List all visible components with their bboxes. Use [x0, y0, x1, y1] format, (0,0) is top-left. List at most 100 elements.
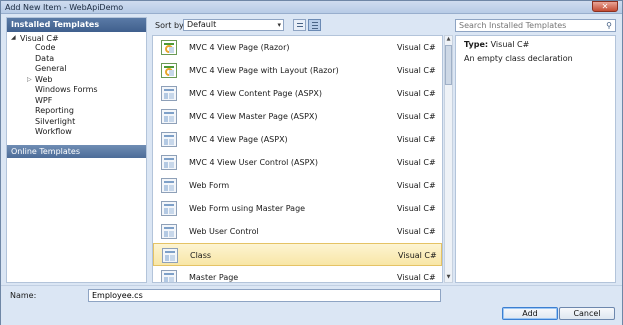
master-page-icon	[161, 109, 177, 124]
cancel-button[interactable]: Cancel	[559, 307, 615, 320]
icon-glyph-part	[164, 231, 168, 237]
icon-glyph-part	[164, 162, 168, 168]
template-row[interactable]: MVC 4 View Page (ASPX) Visual C#	[153, 128, 442, 151]
icon-glyph-part	[165, 255, 169, 261]
icon-glyph-part	[169, 277, 174, 282]
type-label: Type:	[464, 40, 489, 49]
sort-toolbar: Sort by: Default ▾	[152, 18, 447, 33]
mvc-razor-icon	[161, 63, 177, 78]
aspx-page-icon	[161, 132, 177, 147]
aspx-page-icon	[161, 86, 177, 101]
view-icon-bar	[297, 23, 303, 24]
template-row[interactable]: Web User Control Visual C#	[153, 220, 442, 243]
type-value: Visual C#	[490, 40, 530, 49]
template-language: Visual C#	[397, 66, 436, 75]
name-label: Name:	[10, 291, 37, 300]
template-language: Visual C#	[397, 135, 436, 144]
template-language: Visual C#	[398, 251, 437, 260]
tree-item-workflow[interactable]: Workflow	[7, 127, 146, 138]
search-icon[interactable]: ⚲	[606, 21, 612, 30]
tree-item-code[interactable]: Code	[7, 43, 146, 54]
name-field[interactable]	[89, 290, 440, 301]
template-row[interactable]: MVC 4 View Content Page (ASPX) Visual C#	[153, 82, 442, 105]
template-language: Visual C#	[397, 89, 436, 98]
template-description: An empty class declaration	[464, 54, 573, 63]
template-row[interactable]: Class Visual C#	[153, 243, 442, 266]
icon-glyph-part	[169, 208, 174, 214]
tree-item-label: Workflow	[35, 127, 72, 136]
template-row[interactable]: MVC 4 View User Control (ASPX) Visual C#	[153, 151, 442, 174]
search-input[interactable]	[456, 20, 601, 31]
user-control-icon	[161, 155, 177, 170]
icon-glyph-part	[169, 185, 174, 191]
template-row[interactable]: MVC 4 View Master Page (ASPX) Visual C#	[153, 105, 442, 128]
template-row[interactable]: Web Form Visual C#	[153, 174, 442, 197]
tree-item-label: Windows Forms	[35, 85, 98, 94]
tree-item-visual-csharp[interactable]: ◢ Visual C#	[7, 32, 146, 43]
details-panel: Type: Visual C# An empty class declarati…	[455, 35, 616, 283]
view-icon-bar	[312, 22, 318, 23]
collapse-icon[interactable]: ◢	[11, 34, 16, 41]
view-icon-bar	[297, 26, 303, 27]
tree-item-label: Reporting	[35, 106, 74, 115]
icon-glyph-part	[164, 208, 168, 214]
icon-glyph-part	[164, 93, 168, 99]
tree-item-windows-forms[interactable]: Windows Forms	[7, 85, 146, 96]
add-button[interactable]: Add	[502, 307, 558, 320]
templates-list: MVC 4 View Page (Razor) Visual C# MVC 4 Vi…	[152, 35, 443, 283]
scroll-down-icon[interactable]: ▼	[445, 274, 452, 282]
template-language: Visual C#	[397, 227, 436, 236]
medium-icons-view-button[interactable]	[293, 19, 306, 31]
title-bar: Add New Item - WebApiDemo ✕	[1, 1, 622, 14]
online-templates-header[interactable]: Online Templates	[7, 145, 146, 158]
template-row[interactable]: MVC 4 View Page with Layout (Razor) Visua…	[153, 59, 442, 82]
template-name: Class	[190, 251, 212, 260]
icon-glyph-part	[164, 158, 174, 160]
tree-item-data[interactable]: Data	[7, 54, 146, 65]
expand-icon[interactable]: ▷	[27, 75, 32, 86]
tree-item-web[interactable]: ▷ Web	[7, 75, 146, 86]
template-name: Web Form	[189, 181, 230, 190]
tree-item-silverlight[interactable]: Silverlight	[7, 117, 146, 128]
tree-item-label: General	[35, 64, 67, 73]
close-button[interactable]: ✕	[592, 1, 618, 12]
template-language: Visual C#	[397, 273, 436, 282]
web-form-icon	[161, 201, 177, 216]
templates-scrollbar[interactable]: ▲ ▼	[444, 35, 453, 283]
icon-glyph-part	[164, 112, 174, 114]
template-name: MVC 4 View Page (Razor)	[189, 43, 290, 52]
master-page-icon	[161, 270, 177, 282]
class-icon	[162, 248, 178, 263]
user-control-icon	[161, 224, 177, 239]
tree-item-label: Visual C#	[20, 34, 59, 43]
tree-children: Code Data General ▷ Web Windows Forms WPF Repor…	[7, 43, 146, 138]
template-name: MVC 4 View Content Page (ASPX)	[189, 89, 323, 98]
installed-templates-header[interactable]: Installed Templates	[7, 18, 146, 32]
template-name: Web User Control	[189, 227, 259, 236]
tree-item-label: Data	[35, 53, 55, 63]
icon-glyph-part	[169, 139, 174, 145]
template-name: MVC 4 View User Control (ASPX)	[189, 158, 318, 167]
small-icons-view-button[interactable]	[308, 19, 321, 31]
template-row[interactable]: Web Form using Master Page Visual C#	[153, 197, 442, 220]
window-title: Add New Item - WebApiDemo	[5, 3, 124, 12]
tree-item-general[interactable]: General	[7, 64, 146, 75]
tree-item-reporting[interactable]: Reporting	[7, 106, 146, 117]
sort-dropdown[interactable]: Default ▾	[183, 19, 284, 31]
templates-tree-panel: Installed Templates ◢ Visual C# Code Data…	[6, 17, 147, 283]
icon-glyph-part	[169, 231, 174, 237]
template-language: Visual C#	[397, 181, 436, 190]
icon-glyph-part	[164, 135, 174, 137]
view-icon-bar	[312, 25, 318, 26]
template-name: MVC 4 View Page with Layout (Razor)	[189, 66, 339, 75]
template-row[interactable]: Master Page Visual C#	[153, 266, 442, 282]
icon-glyph-part	[164, 139, 168, 145]
icon-glyph-part	[165, 251, 175, 253]
scroll-up-icon[interactable]: ▲	[445, 36, 452, 44]
icon-glyph-part	[164, 227, 174, 229]
icon-glyph-part	[164, 204, 174, 206]
tree-item-label: WPF	[35, 95, 53, 105]
scroll-thumb[interactable]	[445, 45, 452, 85]
tree-item-wpf[interactable]: WPF	[7, 96, 146, 107]
template-row[interactable]: MVC 4 View Page (Razor) Visual C#	[153, 36, 442, 59]
